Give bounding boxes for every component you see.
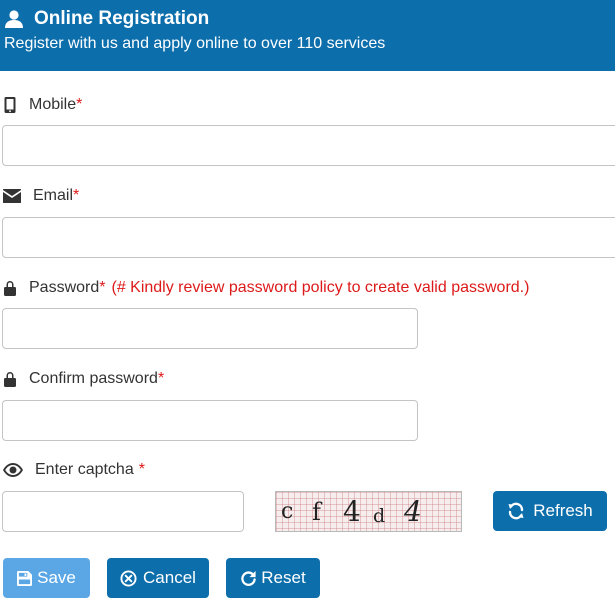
email-input[interactable] [2, 217, 615, 258]
password-policy-note: (# Kindly review password policy to crea… [111, 279, 530, 296]
captcha-input[interactable] [2, 491, 244, 532]
captcha-char: 4 [343, 495, 361, 528]
email-required-mark: * [73, 187, 80, 204]
user-icon [5, 10, 23, 28]
header-title-row: Online Registration [4, 8, 209, 30]
captcha-char: d [373, 505, 386, 527]
mobile-required-mark: * [76, 96, 83, 113]
mobile-input[interactable] [2, 125, 615, 166]
email-label: Email * [3, 187, 79, 205]
captcha-char: 4 [404, 495, 422, 528]
redo-icon [241, 570, 257, 586]
save-button[interactable]: Save [3, 558, 90, 598]
confirm-password-label-text: Confirm password [29, 370, 158, 387]
refresh-icon [508, 502, 524, 520]
mobile-label-text: Mobile [29, 96, 77, 113]
password-required-mark: * [99, 279, 106, 296]
captcha-char: c [281, 499, 294, 524]
captcha-char: f [312, 498, 321, 526]
captcha-image: c f 4 d 4 [275, 491, 462, 532]
mobile-icon [4, 97, 16, 113]
reset-button-label: Reset [261, 568, 306, 587]
captcha-label-text: Enter captcha [35, 461, 134, 478]
save-button-label: Save [37, 568, 76, 587]
circle-x-icon [120, 569, 137, 587]
registration-header: Online Registration Register with us and… [0, 0, 615, 71]
lock-icon [4, 372, 16, 387]
refresh-button-label: Refresh [533, 501, 593, 520]
cancel-button-label: Cancel [143, 568, 196, 587]
password-label-text: Password [29, 279, 100, 296]
captcha-required-mark: * [138, 461, 145, 478]
refresh-captcha-button[interactable]: Refresh [493, 491, 607, 531]
eye-icon [3, 463, 23, 477]
confirm-password-required-mark: * [157, 370, 165, 387]
cancel-button[interactable]: Cancel [107, 558, 209, 598]
captcha-label: Enter captcha * [3, 461, 145, 479]
confirm-password-label: Confirm password * [3, 370, 164, 388]
mobile-label: Mobile * [3, 96, 82, 114]
lock-icon [4, 281, 16, 296]
password-label: Password * (# Kindly review password polic… [3, 279, 529, 297]
confirm-password-input[interactable] [2, 400, 418, 441]
floppy-disk-icon [17, 570, 33, 586]
envelope-icon [3, 189, 21, 203]
email-label-text: Email [33, 187, 74, 204]
reset-button[interactable]: Reset [226, 558, 320, 598]
page-title: Online Registration [34, 8, 210, 29]
password-input[interactable] [2, 308, 418, 349]
page-subtitle: Register with us and apply online to ove… [4, 35, 386, 52]
